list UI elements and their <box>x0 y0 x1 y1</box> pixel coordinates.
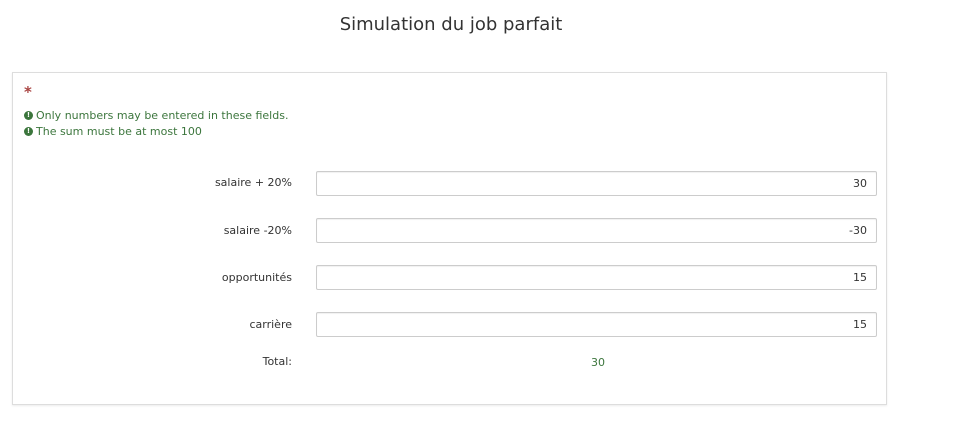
total-value: 30 <box>591 356 605 369</box>
total-label: Total: <box>262 355 292 368</box>
exclamation-circle-icon: ! <box>24 111 33 120</box>
sum-limit-tip: ! The sum must be at most 100 <box>24 125 202 138</box>
exclamation-circle-icon: ! <box>24 127 33 136</box>
survey-page: Simulation du job parfait * ! Only numbe… <box>0 0 978 430</box>
carriere-input[interactable] <box>316 312 877 337</box>
field-label-opportunites: opportunités <box>221 271 292 284</box>
salaire-plus-input[interactable] <box>316 171 877 196</box>
question-panel: * ! Only numbers may be entered in these… <box>12 72 887 405</box>
field-label-salaire-plus: salaire + 20% <box>214 176 292 189</box>
field-label-salaire-moins: salaire -20% <box>223 224 292 237</box>
tip-text: The sum must be at most 100 <box>36 125 202 138</box>
mandatory-asterisk: * <box>24 83 32 101</box>
tip-text: Only numbers may be entered in these fie… <box>36 109 289 122</box>
numbers-only-tip: ! Only numbers may be entered in these f… <box>24 109 288 122</box>
field-label-carriere: carrière <box>249 318 292 331</box>
page-title: Simulation du job parfait <box>339 14 563 35</box>
opportunites-input[interactable] <box>316 265 877 290</box>
salaire-moins-input[interactable] <box>316 218 877 243</box>
